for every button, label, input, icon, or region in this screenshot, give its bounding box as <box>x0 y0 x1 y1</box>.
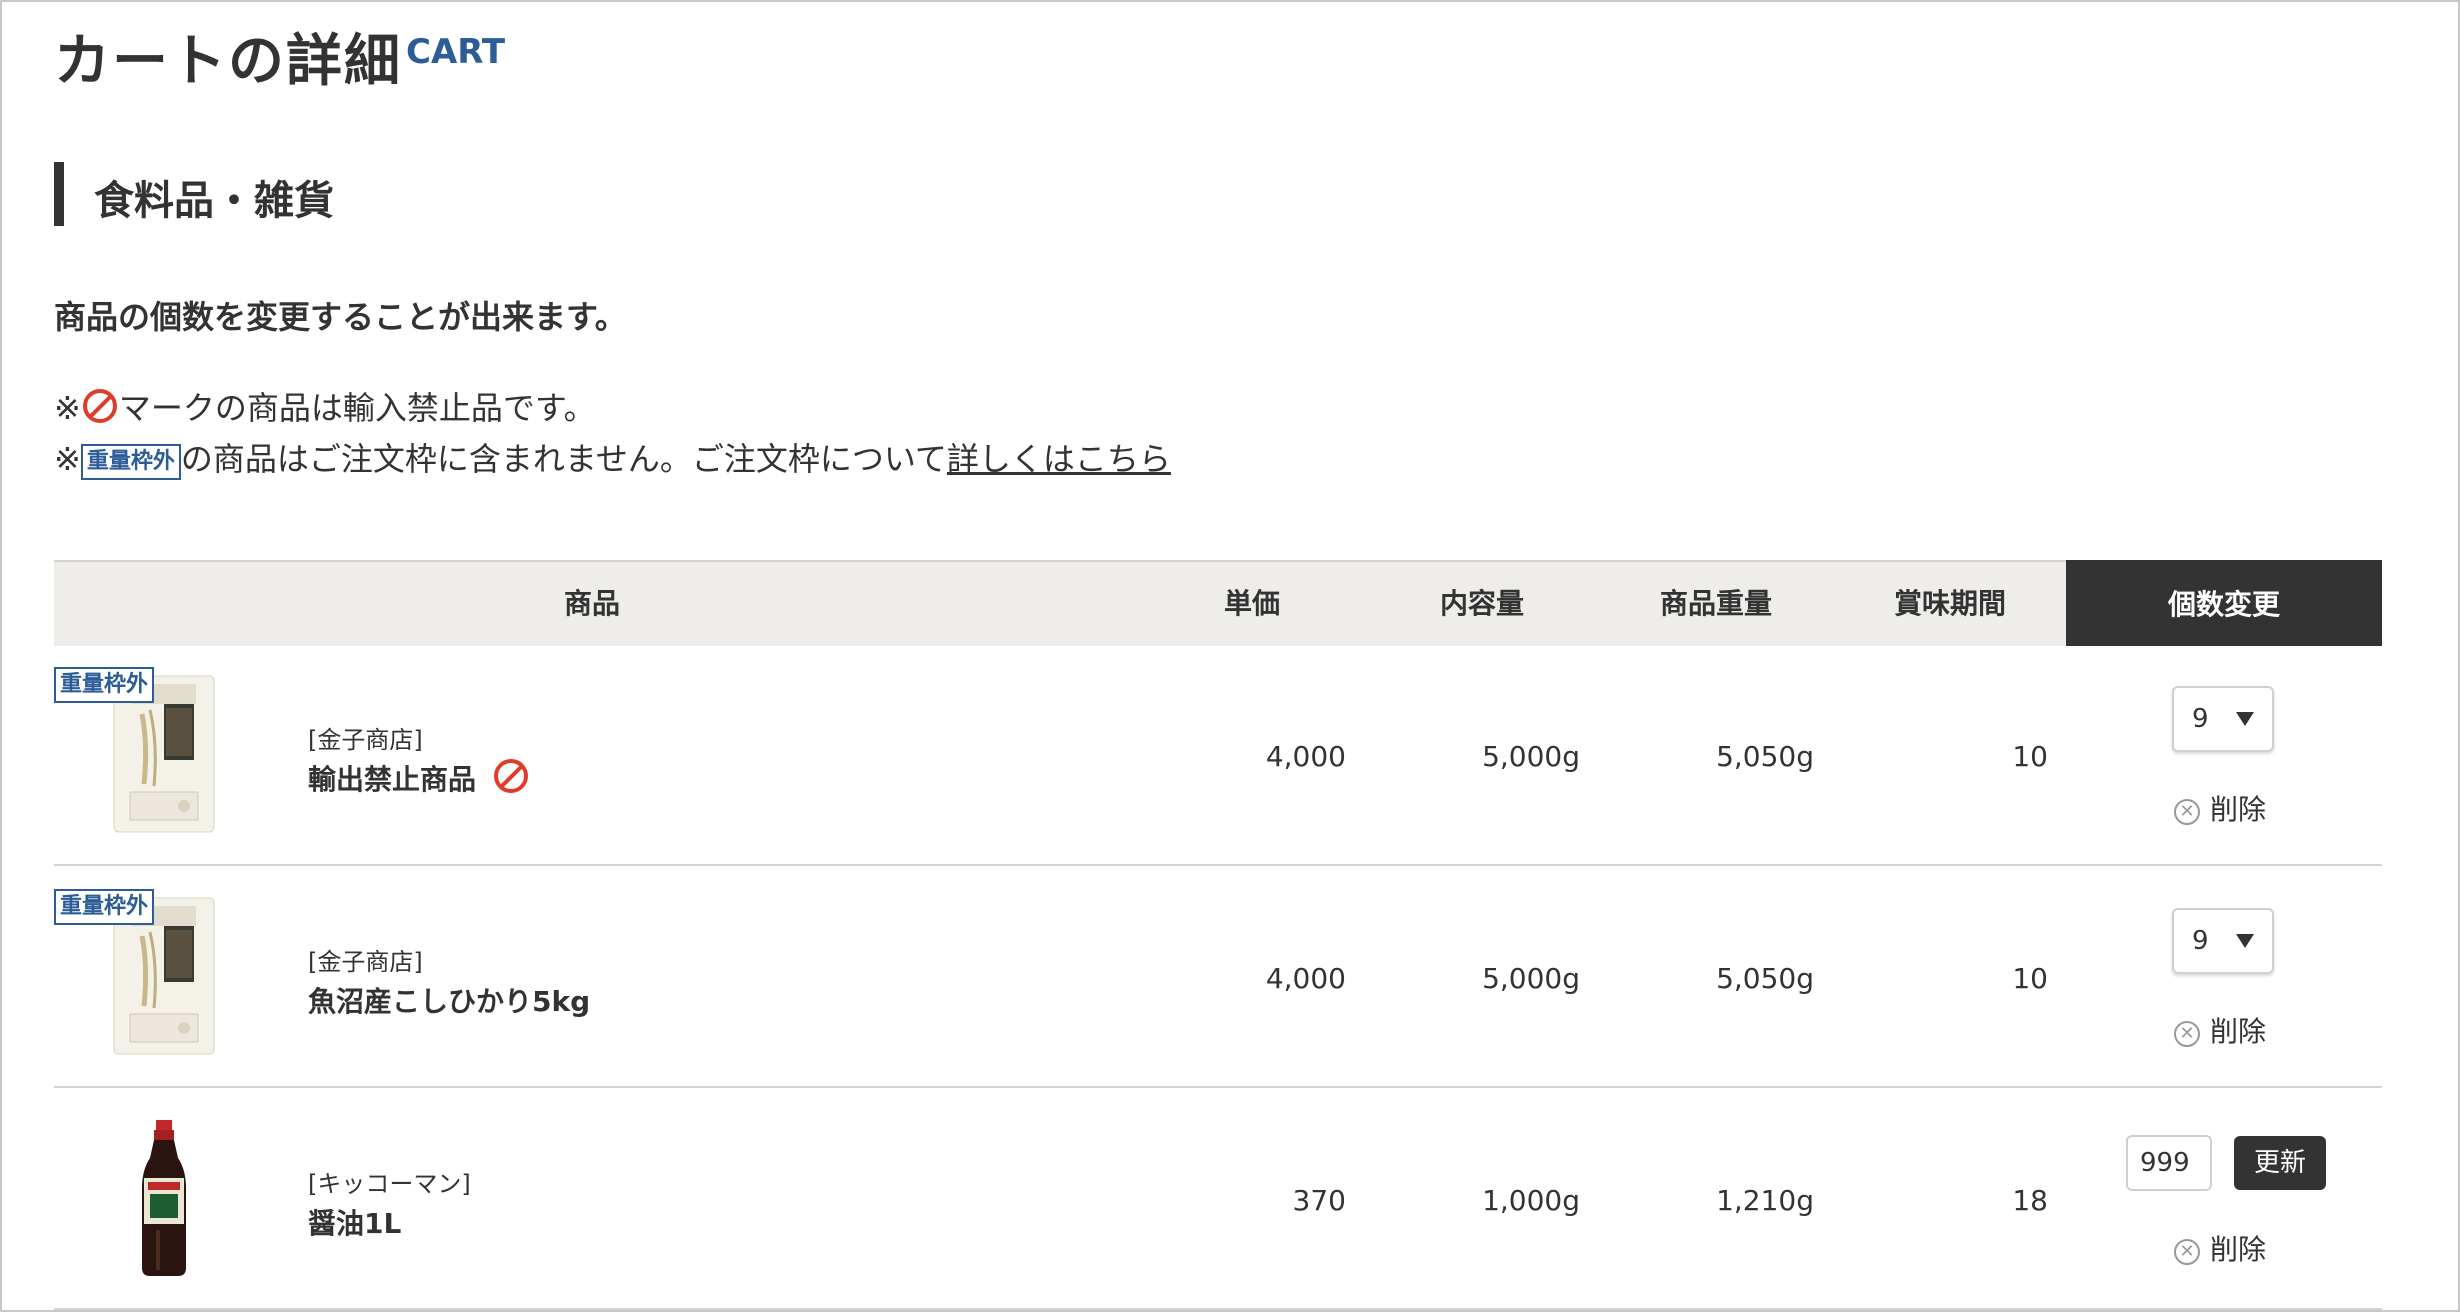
page-title: カートの詳細 <box>54 29 402 94</box>
quantity-input[interactable] <box>2126 1135 2212 1191</box>
shop-name: [金子商店] <box>308 726 423 754</box>
product-name-text[interactable]: 輸出禁止商品 <box>308 763 476 796</box>
delete-label: 削除 <box>2210 1015 2267 1048</box>
quantity-select[interactable]: 9 <box>2172 908 2274 974</box>
weight-exempt-badge: 重量枠外 <box>80 444 181 480</box>
prohibited-icon <box>493 759 528 793</box>
volume: 5,000g <box>1482 962 1580 995</box>
unit-price: 4,000 <box>1265 962 1346 995</box>
header-shelf-life: 賞味期間 <box>1893 587 2006 620</box>
product-name[interactable]: 魚沼産こしひかり5kg <box>308 980 590 1020</box>
quantity-select[interactable]: 9 <box>2172 686 2274 752</box>
quantity-value: 9 <box>2192 926 2209 956</box>
triangle-down-icon <box>2236 712 2254 726</box>
section-title: 食料品・雑貨 <box>94 178 334 224</box>
shelf-life: 10 <box>2012 740 2048 773</box>
note-banned: ※ マークの商品は輸入禁止品です。 <box>54 383 596 429</box>
quantity-value: 9 <box>2192 704 2209 734</box>
triangle-down-icon <box>2236 934 2254 948</box>
unit-price: 370 <box>1292 1184 1346 1217</box>
weight-exempt-badge: 重量枠外 <box>54 667 155 703</box>
note-text: マークの商品は輸入禁止品です。 <box>118 389 596 427</box>
delete-label: 削除 <box>2210 1233 2267 1266</box>
prohibited-icon <box>82 389 117 423</box>
volume: 5,000g <box>1482 740 1580 773</box>
close-circle-icon: ✕ <box>2174 799 2200 825</box>
section-bar <box>54 162 64 226</box>
delete-label: 削除 <box>2210 793 2267 826</box>
product-name[interactable]: 醤油1L <box>308 1202 401 1242</box>
note-weight: ※ 重量枠外 の商品はご注文枠に含まれません。ご注文枠について詳しくはこちら <box>54 434 1171 480</box>
shelf-life: 18 <box>2012 1184 2048 1217</box>
shop-name: [キッコーマン] <box>308 1170 471 1198</box>
header-product: 商品 <box>563 587 620 620</box>
lead-text: 商品の個数を変更することが出来ます。 <box>54 298 627 336</box>
details-link[interactable]: 詳しくはこちら <box>947 440 1171 478</box>
close-circle-icon: ✕ <box>2174 1021 2200 1047</box>
close-circle-icon: ✕ <box>2174 1239 2200 1265</box>
page-subtitle: CART <box>406 32 506 72</box>
row-divider <box>54 864 2382 866</box>
header-weight: 商品重量 <box>1659 587 1772 620</box>
unit-price: 4,000 <box>1265 740 1346 773</box>
note-prefix: ※ <box>54 440 81 478</box>
header-price: 単価 <box>1223 587 1280 620</box>
delete-button[interactable]: ✕ 削除 <box>2174 788 2266 828</box>
product-image-soy-sauce[interactable] <box>110 1118 218 1278</box>
note-prefix: ※ <box>54 389 81 427</box>
header-volume: 内容量 <box>1439 587 1524 620</box>
header-quantity: 個数変更 <box>2066 560 2382 646</box>
product-weight: 1,210g <box>1716 1184 1814 1217</box>
weight-exempt-badge: 重量枠外 <box>54 889 155 925</box>
product-weight: 5,050g <box>1716 962 1814 995</box>
note-text: の商品はご注文枠に含まれません。ご注文枠について <box>180 440 947 478</box>
shop-name: [金子商店] <box>308 948 423 976</box>
update-button[interactable]: 更新 <box>2234 1136 2326 1190</box>
delete-button[interactable]: ✕ 削除 <box>2174 1010 2266 1050</box>
volume: 1,000g <box>1482 1184 1580 1217</box>
shelf-life: 10 <box>2012 962 2048 995</box>
product-weight: 5,050g <box>1716 740 1814 773</box>
delete-button[interactable]: ✕ 削除 <box>2174 1228 2266 1268</box>
product-name: 輸出禁止商品 <box>308 758 530 798</box>
row-divider <box>54 1086 2382 1088</box>
row-divider <box>54 1308 2382 1310</box>
